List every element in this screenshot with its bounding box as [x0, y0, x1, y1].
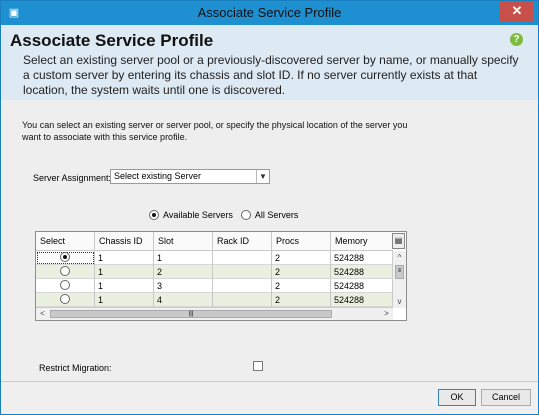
memory-cell: 524288: [334, 253, 365, 263]
slot-cell: 3: [154, 279, 213, 293]
column-header-procs[interactable]: Procs: [272, 232, 331, 251]
procs-cell: 2: [272, 293, 331, 307]
table-header: Select Chassis ID Slot Rack ID Procs Mem…: [36, 232, 393, 251]
memory-cell: 524288: [334, 295, 365, 305]
server-assignment-label: Server Assignment:: [33, 173, 112, 183]
row-select-radio[interactable]: [60, 294, 70, 304]
slot-cell: 1: [154, 251, 213, 265]
procs-cell: 2: [272, 279, 331, 293]
slot-cell: 4: [154, 293, 213, 307]
chassis-id-cell: 1: [95, 251, 154, 265]
chassis-id-cell: 1: [95, 265, 154, 279]
ok-button[interactable]: OK: [438, 389, 476, 406]
row-select-cell[interactable]: [36, 251, 95, 265]
rack-id-cell: [213, 265, 272, 279]
row-select-cell[interactable]: [36, 265, 95, 279]
dialog-header: Associate Service Profile ? Select an ex…: [1, 25, 538, 100]
column-header-slot[interactable]: Slot: [154, 232, 213, 251]
restrict-migration-checkbox[interactable]: [253, 361, 263, 371]
header-description: Select an existing server pool or a prev…: [23, 53, 519, 97]
page-title: Associate Service Profile: [10, 31, 214, 50]
dialog-footer: OK Cancel: [1, 381, 538, 414]
horizontal-scroll-thumb[interactable]: |||: [50, 310, 332, 318]
scroll-down-icon[interactable]: v: [393, 295, 406, 308]
chevron-down-icon[interactable]: ▼: [256, 170, 269, 183]
restrict-migration-label: Restrict Migration:: [39, 363, 112, 373]
memory-cell: 524288: [334, 267, 365, 277]
dialog-window: ▣ Associate Service Profile ✕ Associate …: [0, 0, 539, 415]
vertical-scroll-thumb[interactable]: ≡: [395, 265, 404, 279]
scroll-left-icon[interactable]: <: [36, 308, 49, 320]
vertical-scrollbar[interactable]: ^ ≡ v: [392, 251, 406, 308]
procs-cell: 2: [272, 251, 331, 265]
all-servers-radio[interactable]: [240, 210, 251, 220]
available-servers-label: Available Servers: [163, 210, 233, 220]
intro-text: You can select an existing server or ser…: [22, 120, 408, 142]
scroll-up-icon[interactable]: ^: [393, 251, 406, 264]
server-filter: Available Servers All Servers: [149, 210, 306, 220]
server-assignment-value: Select existing Server: [114, 171, 202, 181]
column-header-chassis-id[interactable]: Chassis ID: [95, 232, 154, 251]
table-row[interactable]: 1 2 2 524288: [36, 265, 393, 279]
column-header-select[interactable]: Select: [36, 232, 95, 251]
horizontal-scrollbar[interactable]: < ||| >: [36, 307, 393, 320]
cancel-button[interactable]: Cancel: [481, 389, 531, 406]
all-servers-option[interactable]: All Servers: [240, 210, 299, 220]
available-servers-option[interactable]: Available Servers: [149, 210, 233, 220]
procs-cell: 2: [272, 265, 331, 279]
chassis-id-cell: 1: [95, 293, 154, 307]
column-header-memory[interactable]: Memory: [331, 232, 393, 251]
all-servers-label: All Servers: [254, 210, 299, 220]
column-header-rack-id[interactable]: Rack ID: [213, 232, 272, 251]
row-select-cell[interactable]: [36, 279, 95, 293]
table-row[interactable]: 1 4 2 524288: [36, 293, 393, 307]
dialog-content: You can select an existing server or ser…: [1, 100, 538, 380]
window-title: Associate Service Profile: [197, 5, 342, 20]
rack-id-cell: [213, 293, 272, 307]
rack-id-cell: [213, 251, 272, 265]
title-bar: ▣ Associate Service Profile ✕: [1, 1, 538, 25]
rack-id-cell: [213, 279, 272, 293]
server-assignment-select[interactable]: Select existing Server ▼: [110, 169, 270, 184]
memory-cell: 524288: [334, 281, 365, 291]
close-button[interactable]: ✕: [500, 1, 534, 21]
row-select-cell[interactable]: [36, 293, 95, 307]
column-chooser-icon[interactable]: ▤: [392, 233, 405, 249]
table-row[interactable]: 1 3 2 524288: [36, 279, 393, 293]
slot-cell: 2: [154, 265, 213, 279]
table-row[interactable]: 1 1 2 524288: [36, 251, 393, 265]
help-icon[interactable]: ?: [510, 33, 523, 46]
row-select-radio[interactable]: [60, 252, 70, 262]
available-servers-radio[interactable]: [149, 210, 159, 220]
servers-table: Select Chassis ID Slot Rack ID Procs Mem…: [35, 231, 407, 321]
chassis-id-cell: 1: [95, 279, 154, 293]
row-select-radio[interactable]: [60, 280, 70, 290]
scroll-right-icon[interactable]: >: [380, 308, 393, 320]
row-select-radio[interactable]: [60, 266, 70, 276]
